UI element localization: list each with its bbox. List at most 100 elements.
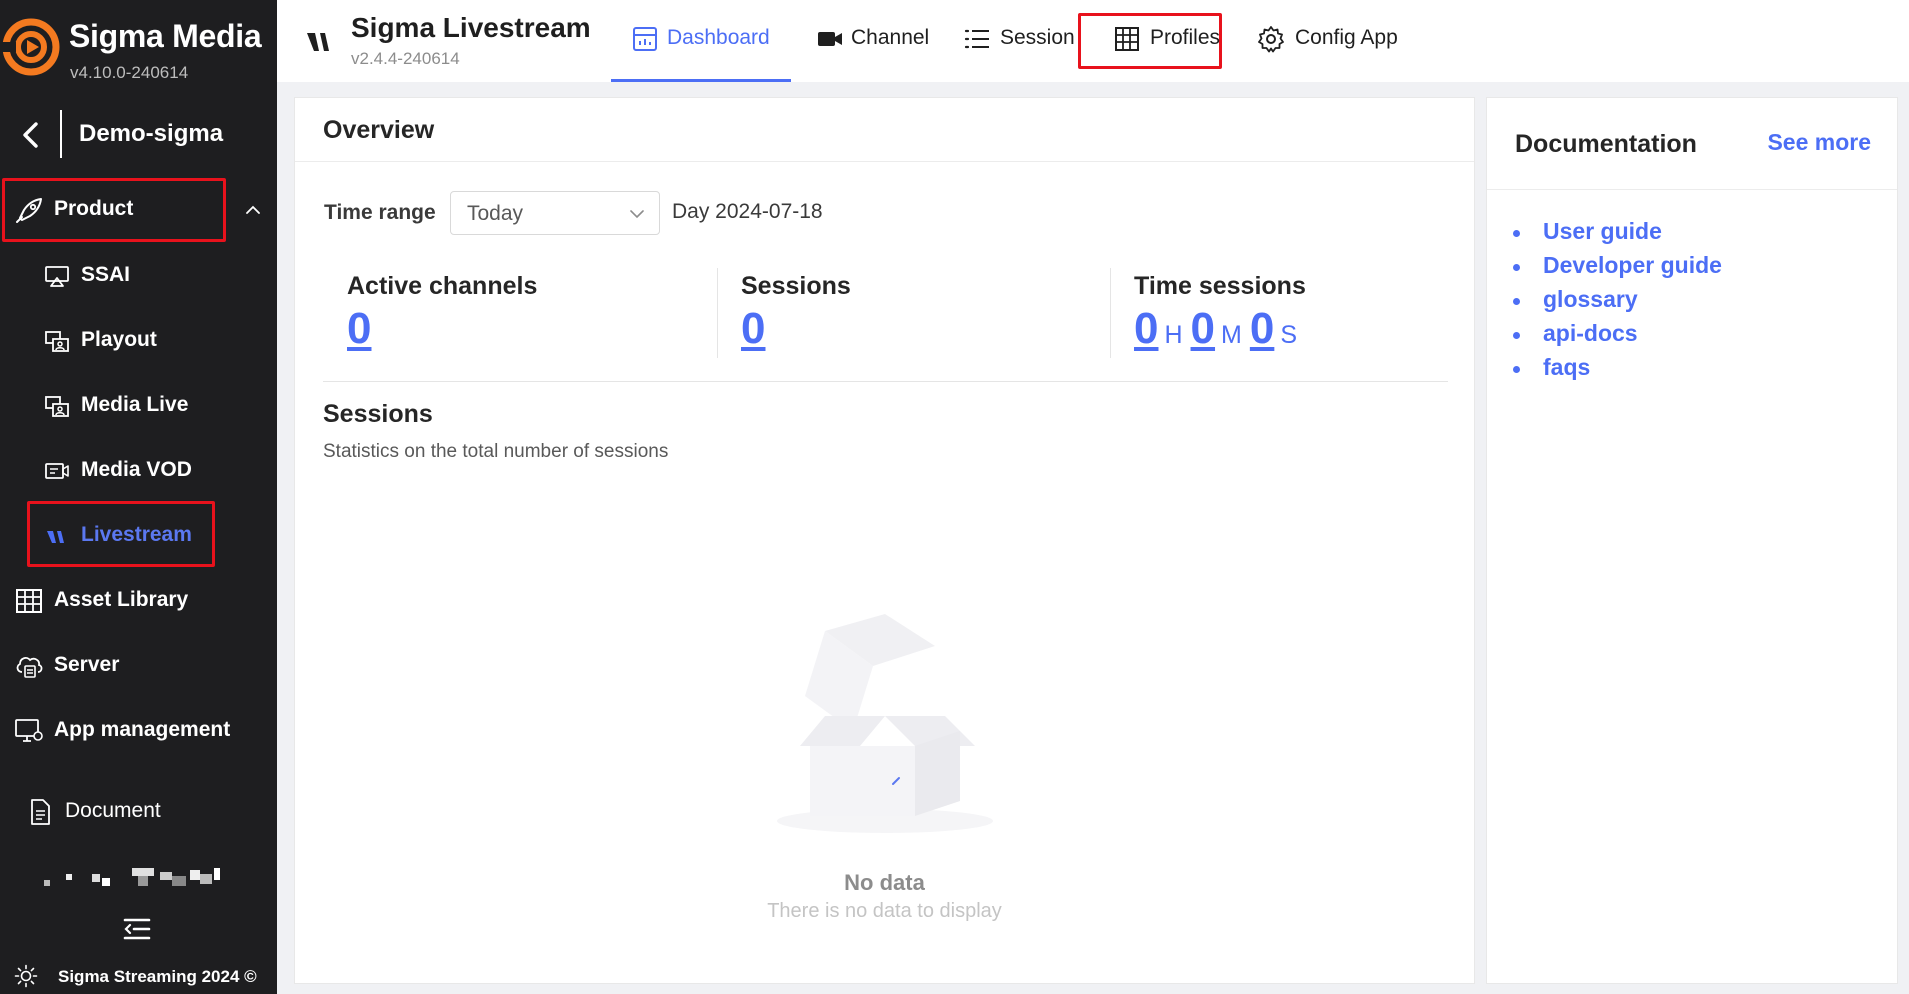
time-range-value: Today: [467, 202, 524, 225]
table-icon: [1115, 27, 1139, 51]
redacted-user-area: [44, 868, 220, 886]
minutes-value[interactable]: 0: [1191, 304, 1215, 353]
list-item: faqs: [1513, 354, 1722, 388]
overview-title: Overview: [323, 116, 435, 144]
seconds-value[interactable]: 0: [1250, 304, 1274, 353]
tab-label: Config App: [1295, 26, 1398, 49]
sidebar-item-ssai[interactable]: SSAI: [0, 250, 277, 302]
collapse-sidebar-icon[interactable]: [122, 916, 152, 942]
tab-config-app[interactable]: Config App: [1257, 0, 1417, 82]
playout-icon: [45, 331, 69, 352]
tab-label: Session: [1000, 26, 1075, 49]
doc-link-user-guide[interactable]: User guide: [1543, 218, 1662, 244]
chevron-down-icon: [630, 210, 644, 219]
list-item: User guide: [1513, 218, 1722, 252]
livestream-icon: [47, 531, 64, 543]
workspace-title: Demo-sigma: [79, 120, 224, 147]
stat-time-sessions: Time sessions 0H0M0S: [1134, 268, 1454, 360]
app-version: v2.4.4-240614: [351, 49, 460, 68]
list-item: api-docs: [1513, 320, 1722, 354]
sidebar-item-app-management[interactable]: App management: [0, 705, 277, 757]
video-camera-icon: [818, 32, 842, 46]
doc-link-developer-guide[interactable]: Developer guide: [1543, 252, 1722, 278]
airplay-icon: [45, 266, 69, 287]
divider: [60, 110, 62, 158]
list-item: glossary: [1513, 286, 1722, 320]
stat-label: Time sessions: [1134, 272, 1306, 300]
sidebar-item-label: Product: [54, 197, 134, 220]
sidebar: Sigma Media v4.10.0-240614 Demo-sigma Pr…: [0, 0, 277, 994]
overview-header: Overview: [295, 98, 1474, 162]
chevron-up-icon[interactable]: [244, 201, 262, 219]
cloud-server-icon: [16, 657, 43, 678]
empty-box-icon: [777, 614, 993, 833]
sun-icon[interactable]: [14, 964, 38, 988]
brand-version: v4.10.0-240614: [70, 63, 189, 82]
documentation-card: Documentation See more User guide Develo…: [1486, 97, 1898, 984]
documentation-title: Documentation: [1515, 130, 1697, 158]
sidebar-item-livestream[interactable]: Livestream: [0, 510, 277, 562]
sessions-section-subtitle: Statistics on the total number of sessio…: [323, 441, 669, 462]
sidebar-item-document[interactable]: Document: [0, 786, 277, 838]
stat-label: Active channels: [347, 272, 538, 300]
app-title: Sigma Livestream: [351, 12, 591, 43]
doc-link-glossary[interactable]: glossary: [1543, 286, 1638, 312]
top-bar: Sigma Livestream v2.4.4-240614 Dashboard…: [277, 0, 1909, 82]
empty-state-description: There is no data to display: [767, 900, 1002, 922]
sigma-media-logo-icon: [2, 18, 60, 76]
empty-state-title: No data: [844, 870, 925, 895]
tab-label: Channel: [851, 26, 930, 49]
monitor-settings-icon: [15, 719, 43, 742]
gear-icon: [1258, 26, 1284, 53]
doc-link-api-docs[interactable]: api-docs: [1543, 320, 1638, 346]
documentation-links: User guide Developer guide glossary api-…: [1513, 218, 1722, 388]
grid-icon: [16, 589, 42, 613]
media-live-icon: [45, 396, 69, 417]
hours-unit: H: [1164, 321, 1183, 349]
minutes-unit: M: [1221, 321, 1242, 349]
list-icon: [964, 29, 989, 49]
sidebar-item-label: SSAI: [81, 263, 131, 286]
sidebar-item-media-live[interactable]: Media Live: [0, 380, 277, 432]
seconds-unit: S: [1280, 321, 1298, 349]
sidebar-item-playout[interactable]: Playout: [0, 315, 277, 367]
stat-label: Sessions: [741, 272, 851, 300]
sidebar-item-label: Document: [65, 799, 161, 822]
sidebar-item-label: Media VOD: [81, 458, 192, 481]
dashboard-icon: [633, 27, 657, 51]
livestream-logo-icon: [307, 33, 329, 51]
time-range-label: Time range: [324, 201, 436, 224]
sidebar-item-label: App management: [54, 718, 231, 741]
footer-copyright: Sigma Streaming 2024 ©: [58, 967, 257, 986]
sidebar-item-asset-library[interactable]: Asset Library: [0, 575, 277, 627]
tab-dashboard[interactable]: Dashboard: [611, 0, 791, 82]
tab-label: Profiles: [1150, 26, 1221, 49]
active-channels-count[interactable]: 0: [347, 304, 371, 354]
documentation-header: Documentation See more: [1487, 98, 1897, 190]
sidebar-item-product[interactable]: Product: [0, 184, 277, 236]
stat-active-channels: Active channels 0: [347, 268, 687, 360]
list-item: Developer guide: [1513, 252, 1722, 286]
sessions-count[interactable]: 0: [741, 304, 765, 354]
stat-divider: [1110, 268, 1111, 358]
rocket-icon: [16, 198, 42, 223]
sidebar-item-label: Livestream: [81, 523, 192, 546]
sidebar-item-media-vod[interactable]: Media VOD: [0, 445, 277, 497]
tab-profiles[interactable]: Profiles: [1111, 0, 1241, 82]
tab-channel[interactable]: Channel: [801, 0, 943, 82]
overview-card: Overview Time range Today Day 2024-07-18…: [294, 97, 1475, 984]
sidebar-item-server[interactable]: Server: [0, 640, 277, 692]
brand[interactable]: Sigma Media v4.10.0-240614: [0, 8, 277, 82]
document-icon: [31, 799, 50, 825]
doc-link-faqs[interactable]: faqs: [1543, 354, 1590, 380]
hours-value[interactable]: 0: [1134, 304, 1158, 353]
stat-sessions: Sessions 0: [741, 268, 1081, 360]
chevron-left-icon[interactable]: [20, 120, 42, 150]
sidebar-item-label: Media Live: [81, 393, 189, 416]
workspace-back-row[interactable]: Demo-sigma: [0, 110, 277, 160]
tab-session[interactable]: Session: [957, 0, 1087, 82]
time-range-select[interactable]: Today: [450, 191, 660, 235]
see-more-link[interactable]: See more: [1767, 129, 1871, 156]
time-sessions-value: 0H0M0S: [1134, 304, 1305, 354]
tab-label: Dashboard: [667, 26, 770, 49]
